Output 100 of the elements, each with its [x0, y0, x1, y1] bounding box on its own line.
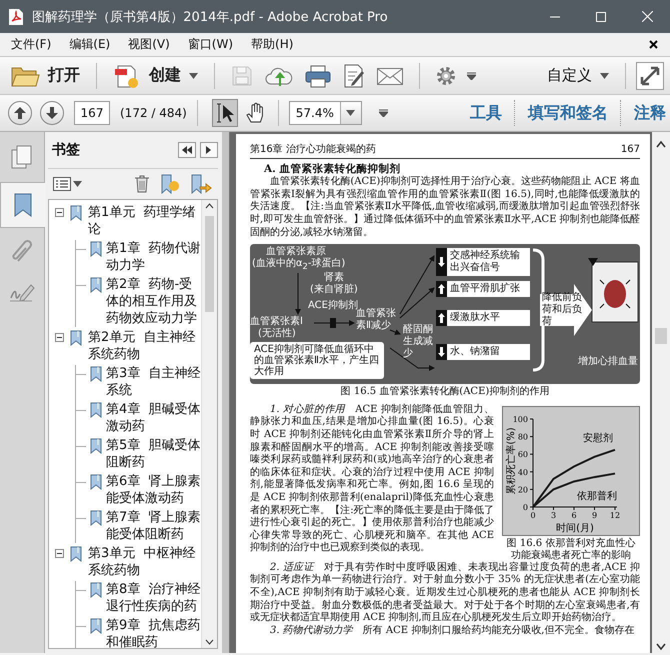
menu-item[interactable]: 视图(V)	[119, 36, 179, 53]
page-count: (172 / 484)	[120, 106, 187, 120]
tick-label: 80	[518, 432, 528, 442]
maximize-icon	[596, 12, 606, 22]
bookmark-icon	[90, 582, 102, 598]
collapse-icon[interactable]	[55, 208, 64, 217]
bookmark-item[interactable]: 第2单元 自主神经系统药物	[88, 329, 201, 363]
effect-label: 缓激肽水平	[449, 310, 501, 326]
bookmark-icon	[13, 192, 33, 218]
tick-label: 60	[518, 450, 528, 459]
cursor-icon	[214, 102, 235, 124]
bookmark-item[interactable]: 第7章 肾上腺素能受体阻断药	[106, 509, 201, 543]
bookmark-item[interactable]: 第6章 肾上腺素能受体激动药	[106, 473, 201, 507]
bookmark-arrow-icon[interactable]	[190, 174, 212, 194]
tick-label: 9	[592, 510, 598, 520]
new-bookmark-icon[interactable]	[160, 174, 180, 194]
bookmark-item[interactable]: 第2章 药物-受体的相互作用及药物效应动力学	[106, 276, 201, 327]
heart-drawing	[588, 258, 638, 323]
section-heading: A. 血管紧张素转化酶抑制剂	[264, 162, 402, 176]
inhibitor-block-icon	[330, 318, 336, 328]
tick-label: 20	[518, 485, 528, 494]
trash-icon[interactable]	[134, 175, 150, 193]
right-arrow-icon	[206, 146, 212, 154]
scrollbar-thumb[interactable]	[655, 328, 667, 344]
create-button[interactable]: 创建	[107, 60, 204, 92]
collapse-icon[interactable]	[55, 549, 64, 558]
hand-icon	[244, 102, 265, 124]
menu-item[interactable]: 窗口(W)	[178, 36, 242, 53]
caret-icon	[600, 72, 609, 78]
zoom-field[interactable]: 57.4%	[288, 101, 362, 125]
caret-icon	[467, 72, 476, 80]
bookmark-icon	[70, 330, 82, 346]
bookmark-item[interactable]: 第5章 胆碱受体阻断药	[106, 437, 201, 471]
bookmark-icon	[70, 546, 82, 562]
list-icon	[53, 177, 71, 191]
series-label: 安慰剂	[583, 432, 613, 444]
pane-link[interactable]: 注释	[630, 102, 670, 124]
bookmark-item[interactable]: 第4章 胆碱受体激动药	[106, 401, 201, 435]
y-axis-title: 累积死亡率(%)	[506, 427, 517, 494]
side-tab[interactable]	[0, 182, 45, 228]
pdf-icon	[8, 8, 24, 26]
effect-label: 交感神经系统输出兴奋信号	[449, 248, 521, 276]
running-head: 第16章 治疗心功能衰竭的药	[250, 144, 376, 157]
bookmark-icon	[90, 474, 102, 490]
bookmark-icon	[70, 205, 82, 221]
tick-label: 0	[522, 502, 528, 512]
settings-icon	[435, 64, 457, 86]
scrollbar[interactable]	[201, 200, 217, 648]
tick-label: 40	[518, 468, 528, 477]
outcome-label: 增加心排血量	[578, 356, 638, 368]
save-icon	[230, 64, 254, 88]
bookmark-item[interactable]: 第1章 药物代谢动力学	[106, 240, 201, 274]
open-button[interactable]: 打开	[4, 62, 86, 90]
page-number-field[interactable]: 167	[74, 101, 110, 125]
expand-panel-button[interactable]	[200, 142, 218, 158]
collapse-icon[interactable]	[55, 333, 64, 342]
renin-note: (来自肾脏)	[310, 284, 358, 296]
series-label: 依那普利	[577, 490, 617, 502]
next-page-button[interactable]	[40, 101, 64, 125]
menu-item[interactable]: 编辑(E)	[60, 36, 120, 53]
caret-icon	[346, 110, 356, 116]
pane-link[interactable]: 填写和签名	[524, 102, 612, 124]
scrollbar-thumb[interactable]	[205, 216, 214, 312]
double-left-arrow-icon	[182, 146, 192, 154]
bookmark-item[interactable]: 第3章 自主神经系统	[106, 365, 201, 399]
collapse-panel-button[interactable]	[178, 142, 196, 158]
pane-link[interactable]: 工具	[466, 102, 506, 124]
full-screen-button[interactable]	[636, 62, 664, 90]
effect-label: 血管平滑肌扩张	[449, 282, 521, 296]
paragraph: 3. 药物代谢动力学 所有 ACE 抑制剂口服给药均能充分吸收,但不完全。食物存在	[269, 624, 636, 638]
close-icon[interactable]	[649, 40, 658, 49]
caret-icon	[378, 109, 388, 117]
menu-item[interactable]: 帮助(H)	[242, 36, 302, 53]
customize-button[interactable]: 自定义	[541, 64, 615, 87]
panel-title: 书签	[52, 141, 81, 159]
inhibitor-label: ACE抑制剂	[308, 300, 358, 312]
renin-label: 肾素	[324, 272, 344, 284]
bookmark-item[interactable]: 第1单元 药理学绪论	[88, 204, 201, 238]
angiotensin-label: 血管紧张素Ⅱ减少	[356, 308, 397, 332]
tick-label: 3	[550, 510, 556, 520]
bookmark-item[interactable]: 第9章 抗焦虑药和催眠药	[106, 617, 201, 648]
x-axis-title: 时间(月)	[556, 522, 594, 534]
bookmark-item[interactable]: 第8章 治疗神经退行性疾病的药	[106, 581, 201, 615]
angiotensin-note: (无活性)	[258, 328, 296, 340]
menu-item[interactable]: 文件(F)	[2, 36, 60, 53]
pages-icon	[10, 145, 34, 171]
bookmark-icon	[90, 510, 102, 526]
up-arrow-icon	[14, 107, 26, 119]
paragraph: 1. 对心脏的作用 ACE 抑制剂能降低血管阻力、静脉张力和血压,结果是增加心排血量(图 16.5)。心衰时 ACE 抑制剂还能钝化由血管紧张素Ⅱ所介导的肾上腺素和醛固酮水平的增高。ACE 抑制剂能改善接受噻嗪类利尿药或髓袢利尿药和(或)地高辛治疗的心衰患者的临床体征和症状。心衰的治疗过程中使用 ACE 抑制剂,能显著降低发病率和死亡率。例如,图 16.6 呈现的是 ACE 抑制剂依那普利(enalapril)降低充血性心衰患者的累积死亡率。【注:死亡率的降低主要是由于降低了进行性心衰引起的死亡。】使用依那普利治疗也能减少心律失常导致的死亡、心肌梗死和脑卒。在其他 ACE 抑制剂的治疗中也已观察到类似的表现。	[250, 404, 494, 555]
scrollbar[interactable]	[652, 132, 670, 653]
precursor-label: 血管紧张素原	[266, 246, 326, 258]
caret-icon	[189, 72, 198, 78]
bookmark-icon	[90, 241, 102, 257]
down-arrow-icon	[46, 107, 58, 119]
bookmark-item[interactable]: 第3单元 中枢神经系统药物	[88, 545, 201, 579]
previous-page-button[interactable]	[8, 101, 32, 125]
figure-caption: 图 16.5 血管紧张素转化酶(ACE)抑制剂的作用	[340, 386, 550, 399]
bookmark-icon	[90, 618, 102, 634]
effect-label: 水、钠潴留	[449, 344, 501, 360]
select-tool-button[interactable]	[212, 99, 238, 127]
